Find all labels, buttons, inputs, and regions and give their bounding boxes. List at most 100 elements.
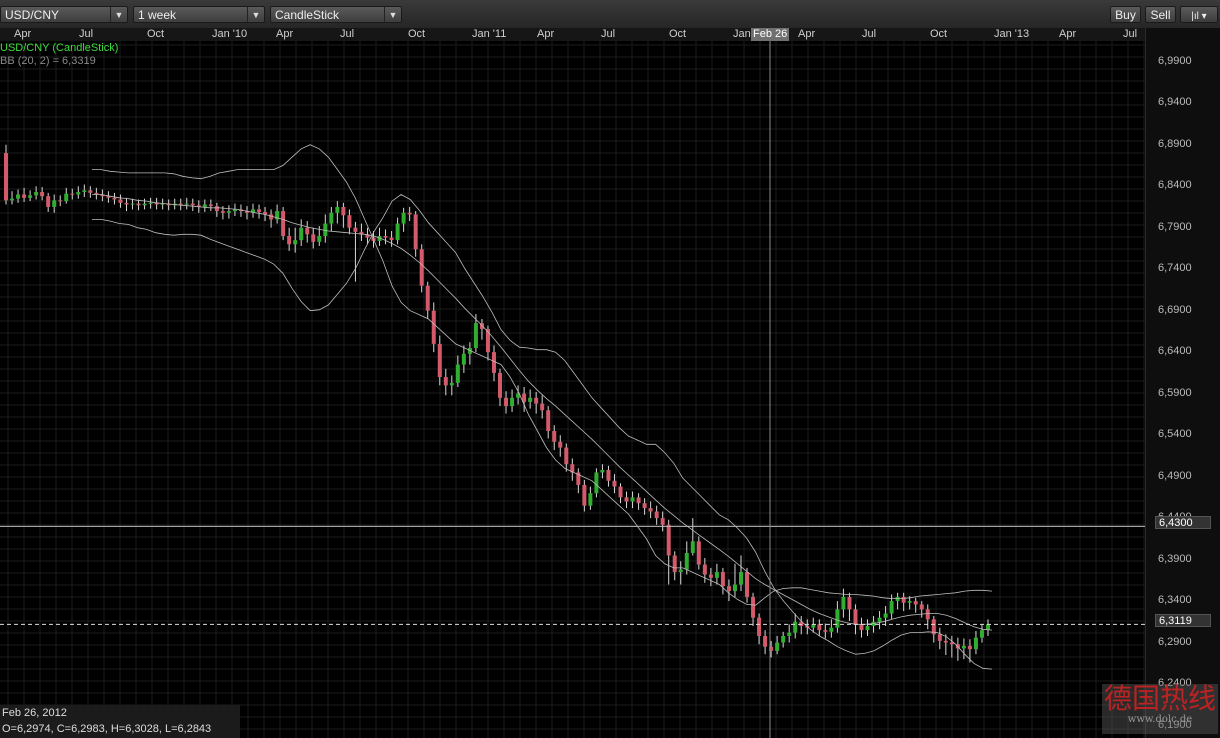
price-tick-label: 6,3400 (1158, 594, 1192, 607)
candle-body (257, 209, 262, 212)
crosshair-date-label: Feb 26 (751, 28, 790, 41)
info-ohlc: O=6,2974, C=6,2983, H=6,3028, L=6,2843 (2, 723, 212, 735)
candle-body (672, 555, 677, 573)
chart-settings-button[interactable]: |ıl ▾ (1180, 6, 1218, 23)
candle-body (666, 524, 671, 556)
time-tick-label: Jan '13 (994, 28, 1030, 40)
time-tick-label: Apr (14, 28, 32, 40)
symbol-select[interactable]: USD/CNY ▼ (0, 6, 128, 23)
candle-body (437, 343, 442, 378)
candle-body (473, 323, 478, 349)
candle-body (696, 541, 701, 565)
candle-body (22, 194, 27, 198)
candle-body (732, 584, 737, 592)
candle-body (4, 153, 8, 201)
candle-body (112, 197, 117, 200)
candle-body (329, 212, 334, 224)
watermark-logo: 德国热线 www.dolc.de (1102, 684, 1218, 734)
time-tick-label: Jan (733, 28, 751, 40)
indicator-legend: BB (20, 2) = 6,3319 (0, 55, 96, 67)
candle-body (745, 572, 750, 597)
candle-body (678, 569, 683, 573)
candle-body (299, 227, 304, 241)
time-tick-label: Jan '11 (472, 28, 507, 40)
chart-type-label: CandleStick (275, 8, 340, 22)
time-tick-label: Jul (862, 28, 877, 40)
candle-body (775, 642, 780, 651)
toolbar: USD/CNY ▼ 1 week ▼ CandleStick ▼ Buy Sel… (0, 0, 1220, 29)
time-tick-label: Oct (930, 28, 948, 40)
series-legend: USD/CNY (CandleStick) (0, 42, 119, 54)
candle-body (660, 518, 665, 525)
candle-body (690, 541, 695, 553)
candle-body (684, 552, 689, 570)
candle-body (648, 508, 653, 512)
candle-body (859, 624, 864, 631)
candle-body (865, 625, 870, 631)
price-tick-label: 6,2900 (1158, 635, 1192, 648)
candle-body (594, 472, 599, 494)
candle-body (287, 235, 292, 245)
symbol-label: USD/CNY (5, 8, 60, 22)
candle-body (88, 190, 93, 193)
candle-body (967, 645, 972, 650)
candle-body (961, 645, 966, 649)
candle-body (642, 503, 647, 509)
bollinger-lower-band (92, 194, 993, 670)
candle-body (40, 192, 45, 197)
candle-body (124, 202, 129, 205)
candle-body (937, 634, 942, 641)
candle-body (64, 193, 69, 202)
price-tick-label: 6,5900 (1158, 386, 1192, 399)
period-label: 1 week (138, 8, 177, 22)
price-tick-label: 6,8400 (1158, 179, 1192, 192)
candle-body (738, 572, 743, 585)
candle-body (919, 604, 924, 610)
candle-body (757, 617, 762, 636)
price-tick-label: 6,3900 (1158, 552, 1192, 565)
bollinger-upper-band (92, 144, 993, 606)
time-tick-label: Apr (1059, 28, 1077, 40)
candle-body (28, 195, 33, 198)
candle-body (142, 203, 147, 206)
candle-body (913, 601, 918, 605)
candle-body (793, 621, 798, 633)
time-tick-label: Jul (340, 28, 355, 40)
time-tick-label: Apr (276, 28, 294, 40)
candle-body (461, 353, 466, 365)
candle-body (877, 617, 882, 622)
candle-body (612, 480, 617, 487)
candle-body (293, 240, 298, 245)
candle-body (895, 596, 900, 602)
candle-body (949, 642, 954, 645)
candle-body (925, 609, 930, 620)
time-tick-label: Apr (798, 28, 816, 40)
price-axis (1145, 28, 1220, 738)
candle-body (829, 627, 834, 632)
time-tick-label: Oct (669, 28, 687, 40)
candle-body (763, 635, 768, 647)
candle-body (973, 637, 978, 650)
candle-body (136, 203, 141, 206)
buy-button[interactable]: Buy (1110, 6, 1141, 23)
candle-body (751, 596, 756, 618)
candle-body (943, 640, 948, 643)
candle-body (395, 223, 400, 241)
candle-body (534, 397, 539, 404)
candle-body (305, 227, 310, 235)
sell-button[interactable]: Sell (1145, 6, 1176, 23)
chevron-down-icon: ▼ (110, 7, 127, 22)
current-price-label: 6,3119 (1155, 614, 1211, 627)
candle-body (654, 511, 659, 519)
candle-body (726, 586, 731, 592)
chart-type-select[interactable]: CandleStick ▼ (270, 6, 402, 23)
candle-body (443, 377, 448, 386)
price-tick-label: 6,7400 (1158, 262, 1192, 275)
candle-body (455, 364, 460, 383)
candle-body (202, 204, 207, 207)
candle-body (901, 596, 906, 603)
candle-body (413, 214, 418, 250)
period-select[interactable]: 1 week ▼ (133, 6, 265, 23)
candlestick-chart[interactable] (0, 41, 1145, 738)
candle-body (407, 212, 412, 215)
